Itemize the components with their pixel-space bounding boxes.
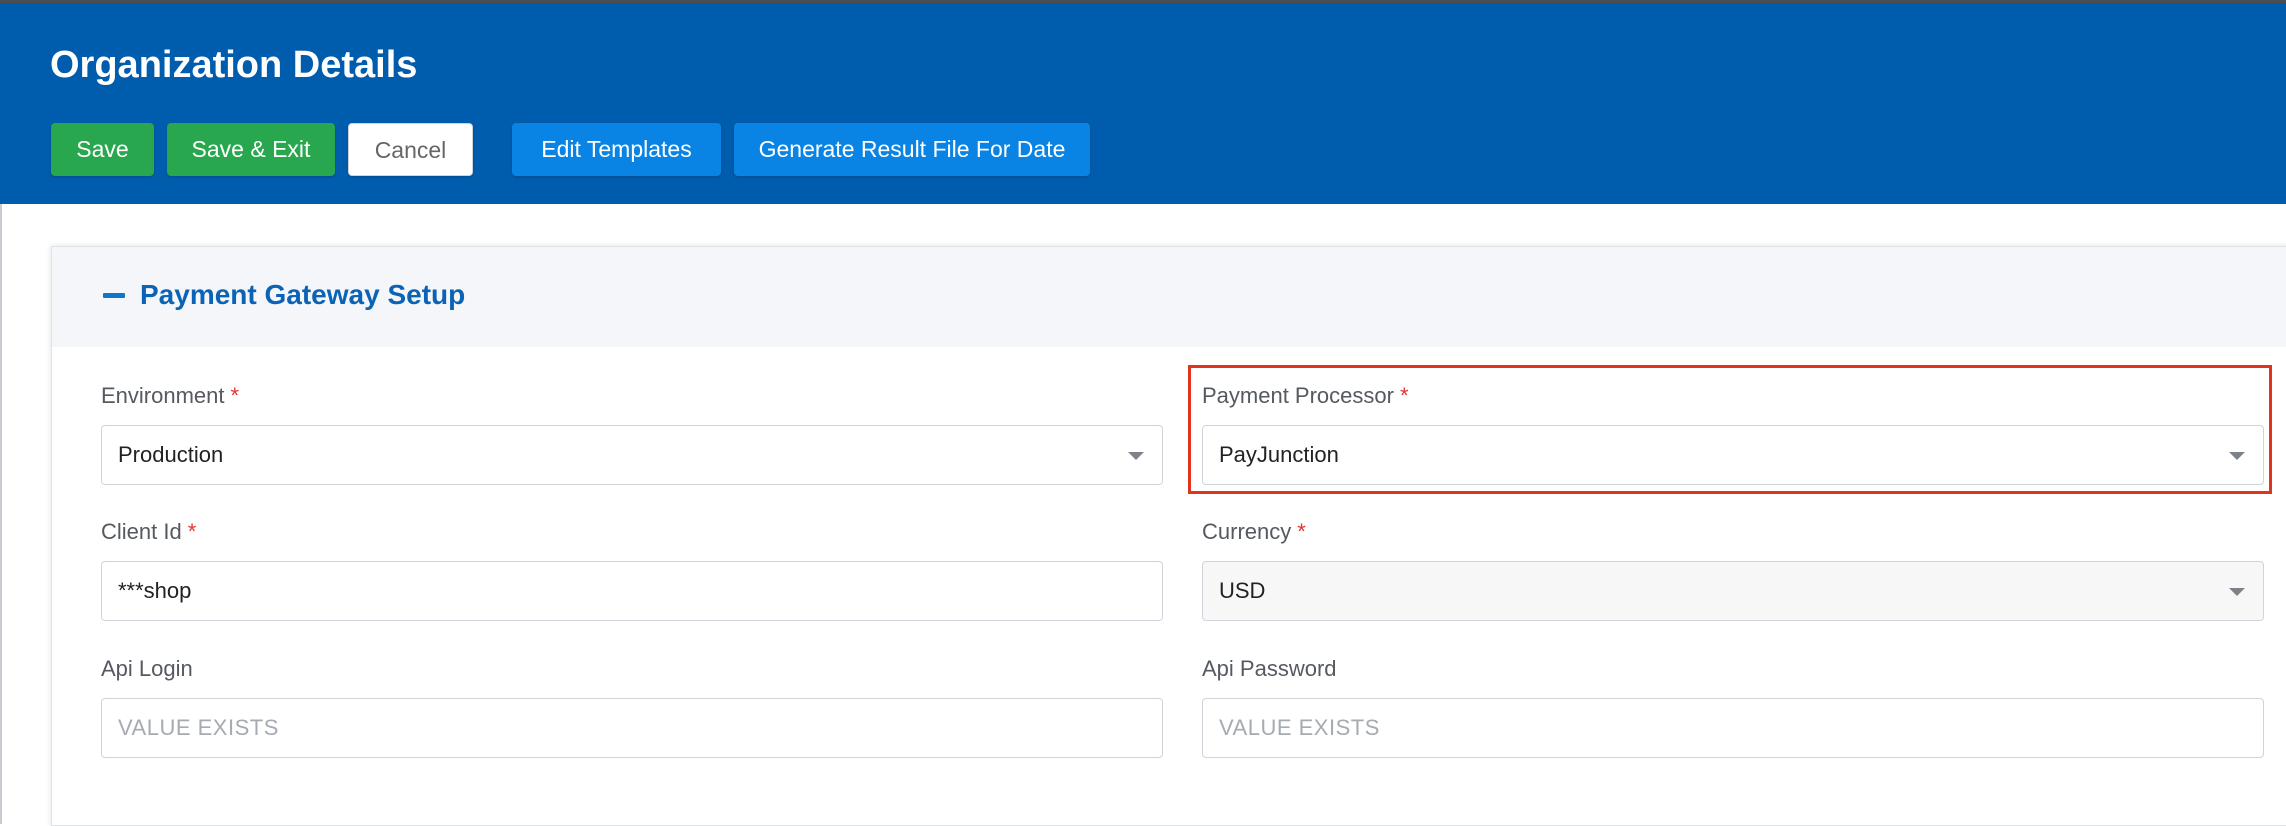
currency-select[interactable]: USD bbox=[1202, 561, 2264, 621]
edit-templates-button[interactable]: Edit Templates bbox=[512, 123, 721, 176]
client-id-input-value: ***shop bbox=[118, 578, 192, 603]
required-marker: * bbox=[187, 519, 197, 544]
required-marker: * bbox=[1399, 383, 1409, 408]
client-id-input[interactable]: ***shop bbox=[101, 561, 1163, 621]
required-marker: * bbox=[230, 383, 240, 408]
cancel-button[interactable]: Cancel bbox=[348, 123, 473, 176]
payment-processor-select[interactable]: PayJunction bbox=[1202, 425, 2264, 485]
required-marker: * bbox=[1297, 519, 1306, 544]
currency-select-value: USD bbox=[1219, 578, 1266, 603]
client-id-label-text: Client Id bbox=[101, 519, 182, 544]
api-password-placeholder: VALUE EXISTS bbox=[1219, 715, 1380, 740]
payment-processor-label: Payment Processor * bbox=[1202, 381, 1409, 411]
currency-label: Currency * bbox=[1202, 517, 1306, 547]
save-button[interactable]: Save bbox=[51, 123, 154, 176]
generate-result-file-button[interactable]: Generate Result File For Date bbox=[734, 123, 1090, 176]
minus-icon[interactable] bbox=[103, 293, 125, 298]
caret-down-icon bbox=[1128, 452, 1144, 460]
caret-down-icon bbox=[2229, 452, 2245, 460]
left-border bbox=[0, 204, 2, 824]
api-login-input[interactable]: VALUE EXISTS bbox=[101, 698, 1163, 758]
api-password-label: Api Password bbox=[1202, 654, 1337, 684]
api-login-placeholder: VALUE EXISTS bbox=[118, 715, 279, 740]
page-header: Organization Details Save Save & Exit Ca… bbox=[0, 3, 2286, 204]
payment-processor-select-value: PayJunction bbox=[1219, 442, 1339, 467]
environment-select[interactable]: Production bbox=[101, 425, 1163, 485]
save-and-exit-button[interactable]: Save & Exit bbox=[167, 123, 335, 176]
page-title: Organization Details bbox=[50, 44, 418, 86]
payment-gateway-card: Payment Gateway Setup Environment * Produ… bbox=[51, 246, 2286, 826]
api-login-label: Api Login bbox=[101, 654, 193, 684]
environment-label: Environment * bbox=[101, 381, 239, 411]
payment-processor-label-text: Payment Processor bbox=[1202, 383, 1394, 408]
api-password-input[interactable]: VALUE EXISTS bbox=[1202, 698, 2264, 758]
client-id-label: Client Id * bbox=[101, 517, 196, 547]
caret-down-icon bbox=[2229, 588, 2245, 596]
section-header[interactable]: Payment Gateway Setup bbox=[52, 247, 2286, 347]
api-login-label-text: Api Login bbox=[101, 656, 193, 681]
currency-label-text: Currency bbox=[1202, 519, 1292, 544]
environment-label-text: Environment bbox=[101, 383, 225, 408]
environment-select-value: Production bbox=[118, 442, 224, 467]
api-password-label-text: Api Password bbox=[1202, 656, 1337, 681]
section-title: Payment Gateway Setup bbox=[140, 279, 466, 310]
